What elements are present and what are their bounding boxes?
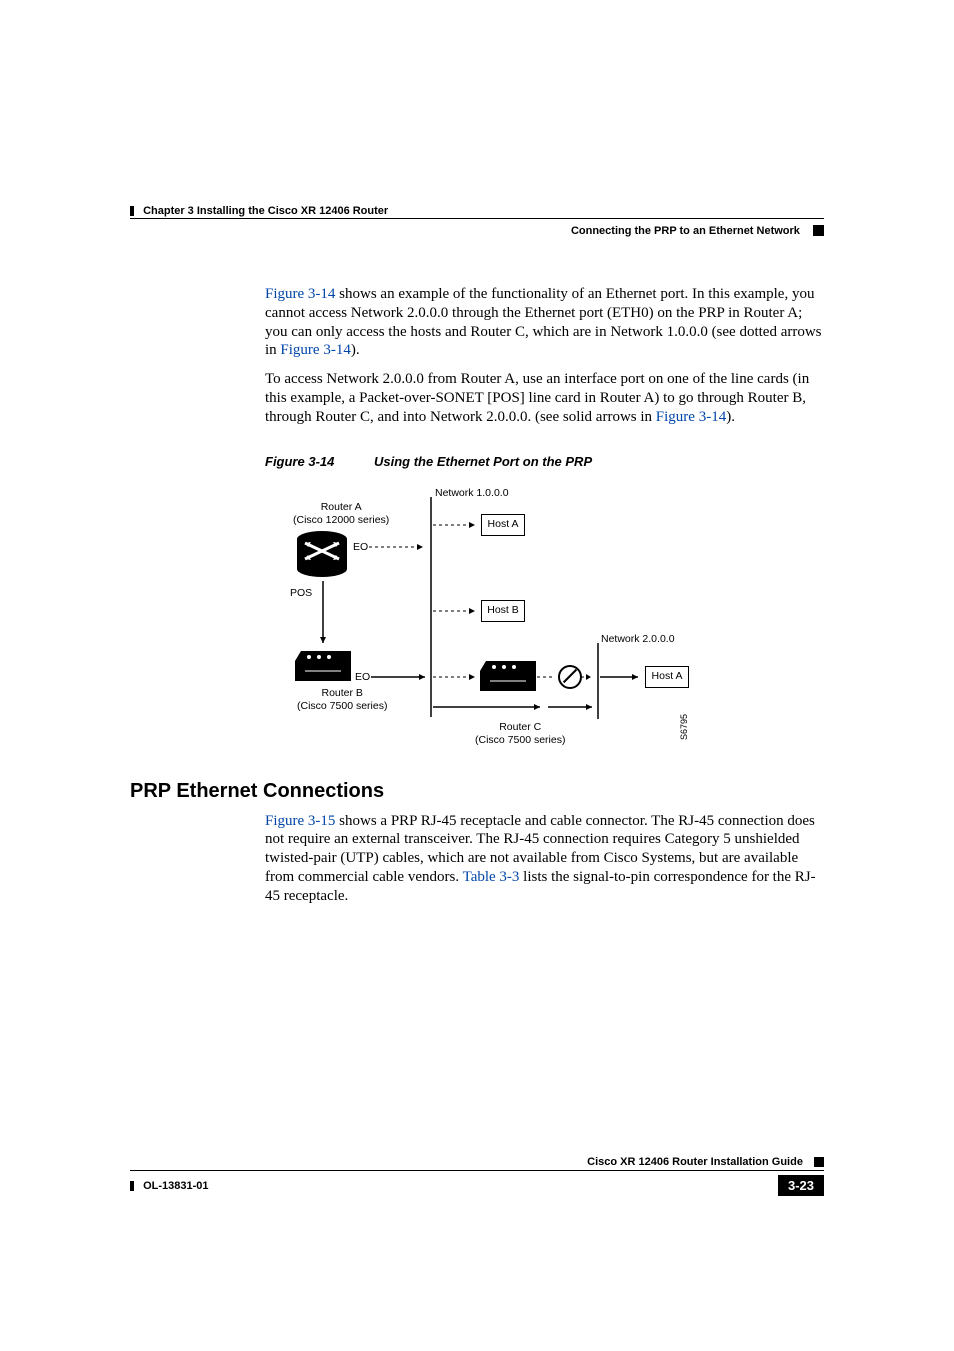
arrow-dotted [369, 543, 431, 551]
arrow-dotted [433, 521, 483, 529]
footer-bar-icon [130, 1181, 134, 1191]
figure-ref-link[interactable]: Figure 3-14 [280, 342, 350, 358]
router-c-label: Router C (Cisco 7500 series) [475, 721, 565, 747]
pos-label: POS [290, 587, 312, 600]
chapter-text: Chapter 3 Installing the Cisco XR 12406 … [143, 205, 388, 217]
arrow-dotted [537, 673, 559, 681]
section-text: Connecting the PRP to an Ethernet Networ… [571, 225, 800, 237]
arrow-solid [548, 703, 600, 711]
eo-label: EO [353, 541, 368, 554]
router-b-sub: (Cisco 7500 series) [297, 700, 387, 713]
host-a2-box: Host A [645, 666, 689, 688]
router-a-name: Router A [293, 501, 389, 514]
router-c-name: Router C [475, 721, 565, 734]
page-number: 3-23 [778, 1175, 824, 1196]
figure-id-label: S6795 [679, 713, 690, 739]
header-box-icon [813, 225, 824, 236]
p2-text-end: ). [726, 409, 735, 425]
router-b-label: Router B (Cisco 7500 series) [297, 687, 387, 713]
header-bar-icon [130, 206, 134, 216]
router-b-icon [295, 651, 351, 683]
host-a-box: Host A [481, 514, 525, 536]
network-2-label: Network 2.0.0.0 [601, 633, 675, 646]
eo-label-2: EO [355, 671, 370, 684]
p1-text-end: ). [351, 342, 360, 358]
router-c-icon [480, 661, 536, 693]
arrow-dotted [433, 673, 483, 681]
main-content: Figure 3-14 shows an example of the func… [265, 285, 824, 915]
chapter-header: Chapter 3 Installing the Cisco XR 12406 … [130, 205, 388, 217]
network-1-label: Network 1.0.0.0 [435, 487, 509, 500]
figure-title: Using the Ethernet Port on the PRP [374, 454, 592, 469]
paragraph-2: To access Network 2.0.0.0 from Router A,… [265, 370, 824, 426]
prohibit-icon [558, 665, 582, 689]
figure-ref-link[interactable]: Figure 3-14 [265, 286, 335, 302]
doc-number: OL-13831-01 [143, 1180, 208, 1192]
router-a-icon [295, 529, 349, 581]
figure-caption: Figure 3-14 Using the Ethernet Port on t… [265, 454, 824, 470]
router-a-sub: (Cisco 12000 series) [293, 514, 389, 527]
footer-docnum: OL-13831-01 [130, 1180, 209, 1192]
network-2-line [597, 643, 600, 719]
page-footer: Cisco XR 12406 Router Installation Guide… [130, 1156, 824, 1196]
arrow-solid [600, 673, 646, 681]
figure-ref-link[interactable]: Figure 3-14 [656, 409, 726, 425]
guide-title: Cisco XR 12406 Router Installation Guide [587, 1156, 803, 1168]
figure-ref-link[interactable]: Figure 3-15 [265, 813, 335, 829]
footer-box-icon [814, 1157, 824, 1167]
paragraph-1: Figure 3-14 shows an example of the func… [265, 285, 824, 360]
footer-guide-line: Cisco XR 12406 Router Installation Guide [130, 1156, 824, 1168]
host-b-box: Host B [481, 600, 525, 622]
arrow-solid [318, 581, 328, 651]
header-rule [130, 218, 824, 219]
arrow-solid [371, 673, 433, 681]
section-header: Connecting the PRP to an Ethernet Networ… [571, 225, 824, 237]
section-heading: PRP Ethernet Connections [130, 779, 824, 804]
router-c-sub: (Cisco 7500 series) [475, 734, 565, 747]
footer-rule [130, 1170, 824, 1171]
figure-diagram: Router A (Cisco 12000 series) Network 1.… [265, 481, 735, 761]
host-a-label: Host A [488, 518, 519, 531]
host-a2-label: Host A [652, 670, 683, 683]
section2-paragraph: Figure 3-15 shows a PRP RJ-45 receptacle… [265, 812, 824, 906]
arrow-dotted [433, 607, 483, 615]
table-ref-link[interactable]: Table 3-3 [463, 869, 520, 885]
figure-number: Figure 3-14 [265, 454, 334, 469]
host-b-label: Host B [487, 604, 519, 617]
router-a-label: Router A (Cisco 12000 series) [293, 501, 389, 527]
arrow-solid [433, 703, 548, 711]
router-b-name: Router B [297, 687, 387, 700]
